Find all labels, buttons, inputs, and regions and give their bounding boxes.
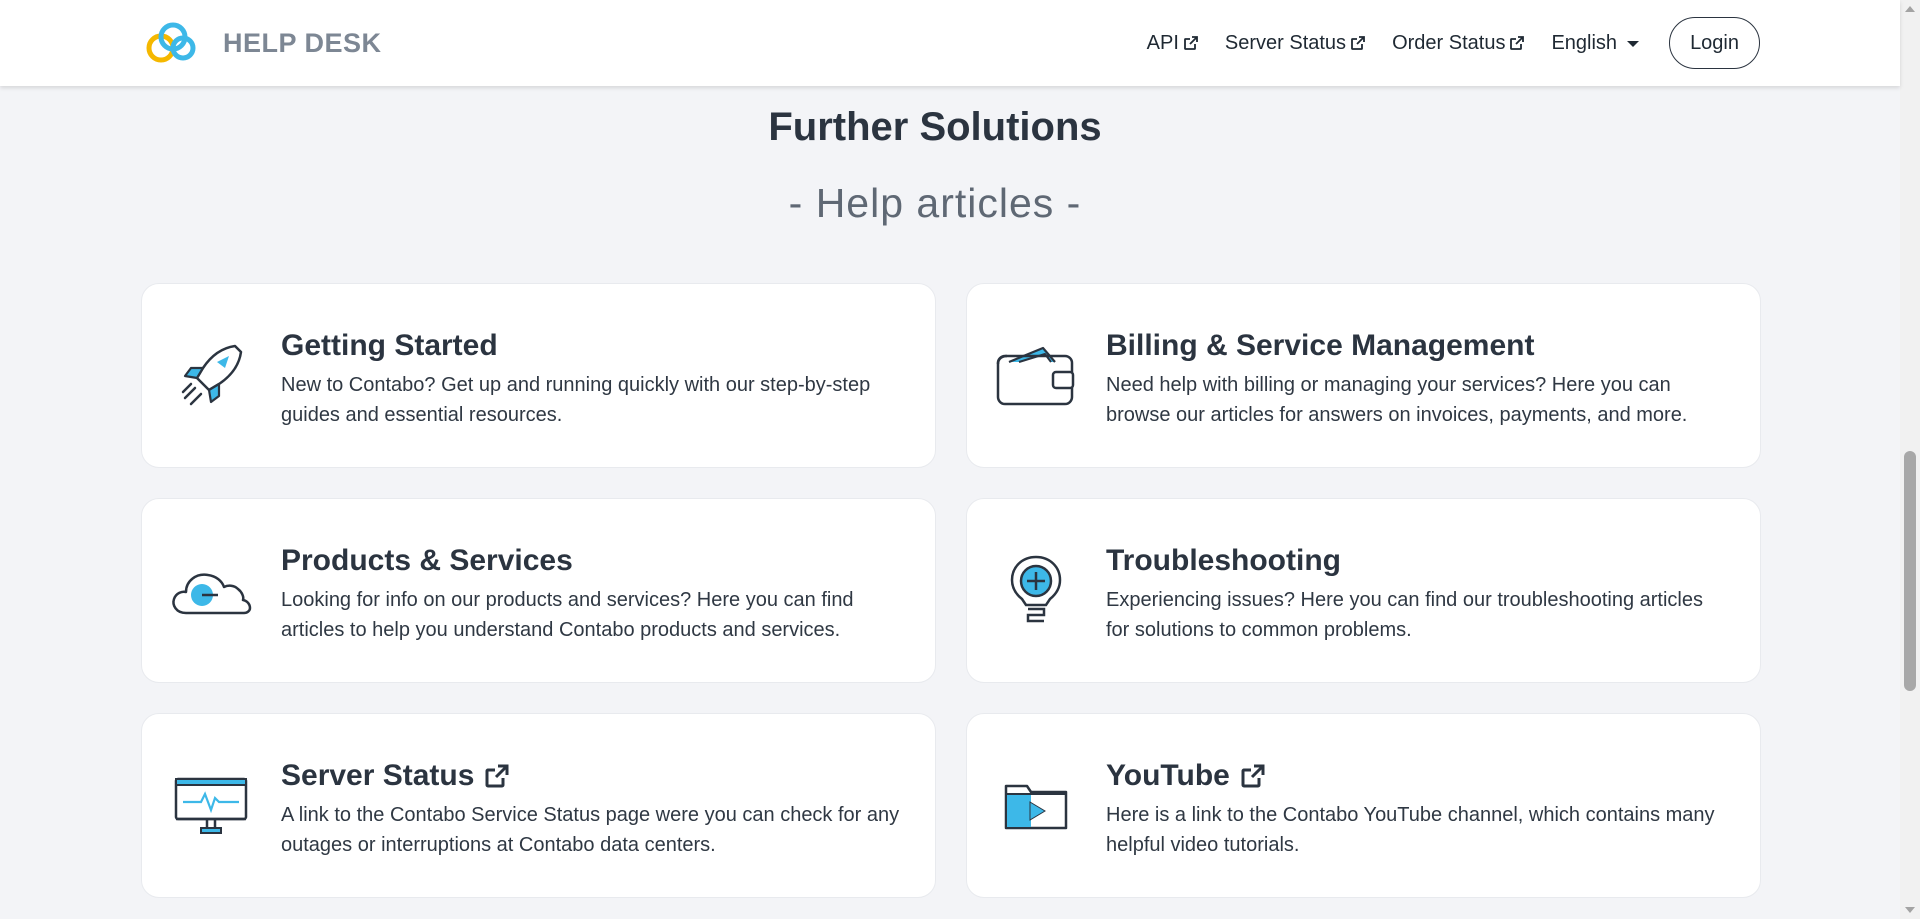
external-link-icon: [1510, 36, 1525, 50]
card-description: Here is a link to the Contabo YouTube ch…: [1106, 804, 1715, 856]
help-articles-grid: Getting Started New to Contabo? Get up a…: [141, 283, 1761, 898]
card-body: Server Status A link to the Contabo Serv…: [281, 758, 905, 860]
card-getting-started[interactable]: Getting Started New to Contabo? Get up a…: [141, 283, 936, 468]
login-button[interactable]: Login: [1669, 17, 1760, 69]
section-title: Further Solutions: [768, 105, 1102, 149]
scroll-up-arrow-icon[interactable]: [1905, 6, 1915, 12]
card-body: Troubleshooting Experiencing issues? Her…: [1106, 543, 1730, 645]
card-title: Products & Services: [281, 543, 905, 579]
contabo-logo-icon: [146, 22, 196, 63]
card-title-text: Server Status: [281, 759, 475, 792]
lightbulb-icon: [995, 550, 1077, 632]
card-description: A link to the Contabo Service Status pag…: [281, 804, 900, 856]
video-folder-icon: [995, 765, 1077, 847]
main-nav: API Server Status Order Status English L…: [1147, 17, 1760, 69]
card-title-text: Products & Services: [281, 544, 573, 577]
card-body: Getting Started New to Contabo? Get up a…: [281, 328, 905, 430]
nav-link-label: Order Status: [1392, 31, 1506, 54]
external-link-icon: [1183, 36, 1198, 50]
nav-link-api[interactable]: API: [1147, 32, 1199, 55]
language-dropdown[interactable]: English: [1551, 31, 1640, 55]
card-server-status[interactable]: Server Status A link to the Contabo Serv…: [141, 713, 936, 898]
rocket-icon: [170, 335, 252, 417]
top-navbar: HELP DESK API Server Status Order Status…: [0, 0, 1900, 86]
card-description: Looking for info on our products and ser…: [281, 589, 854, 641]
monitor-pulse-icon: [170, 765, 252, 847]
card-title: Server Status: [281, 758, 905, 794]
card-billing-service-management[interactable]: Billing & Service Management Need help w…: [966, 283, 1761, 468]
card-youtube[interactable]: YouTube Here is a link to the Contabo Yo…: [966, 713, 1761, 898]
nav-link-label: API: [1146, 31, 1179, 54]
scroll-down-arrow-icon[interactable]: [1905, 907, 1915, 913]
nav-link-label: Server Status: [1224, 31, 1347, 54]
card-title: Billing & Service Management: [1106, 328, 1730, 364]
card-troubleshooting[interactable]: Troubleshooting Experiencing issues? Her…: [966, 498, 1761, 683]
card-description: New to Contabo? Get up and running quick…: [281, 374, 871, 426]
logo-link[interactable]: HELP DESK: [145, 20, 382, 66]
caret-down-icon: [1627, 41, 1640, 47]
external-link-icon: [485, 764, 509, 788]
scrollbar-thumb[interactable]: [1904, 451, 1916, 691]
card-body: Products & Services Looking for info on …: [281, 543, 905, 645]
card-description: Need help with billing or managing your …: [1106, 374, 1688, 426]
cloud-icon: [170, 550, 252, 632]
page-scrollbar[interactable]: [1900, 0, 1920, 919]
card-title: YouTube: [1106, 758, 1730, 794]
wallet-icon: [995, 335, 1077, 417]
logo-text: HELP DESK: [223, 27, 382, 58]
card-body: Billing & Service Management Need help w…: [1106, 328, 1730, 430]
card-title-text: Billing & Service Management: [1106, 329, 1535, 362]
external-link-icon: [1351, 36, 1365, 50]
card-title: Troubleshooting: [1106, 543, 1730, 579]
language-label: English: [1551, 31, 1618, 54]
card-title-text: Getting Started: [281, 329, 498, 362]
nav-link-server-status[interactable]: Server Status: [1225, 32, 1366, 55]
card-description: Experiencing issues? Here you can find o…: [1106, 589, 1704, 641]
card-body: YouTube Here is a link to the Contabo Yo…: [1106, 758, 1730, 860]
nav-link-order-status[interactable]: Order Status: [1392, 32, 1525, 55]
section-subtitle: - Help articles -: [788, 180, 1082, 226]
external-link-icon: [1241, 764, 1265, 788]
card-products-services[interactable]: Products & Services Looking for info on …: [141, 498, 936, 683]
card-title-text: YouTube: [1106, 759, 1230, 792]
card-title-text: Troubleshooting: [1106, 544, 1341, 577]
card-title: Getting Started: [281, 328, 905, 364]
